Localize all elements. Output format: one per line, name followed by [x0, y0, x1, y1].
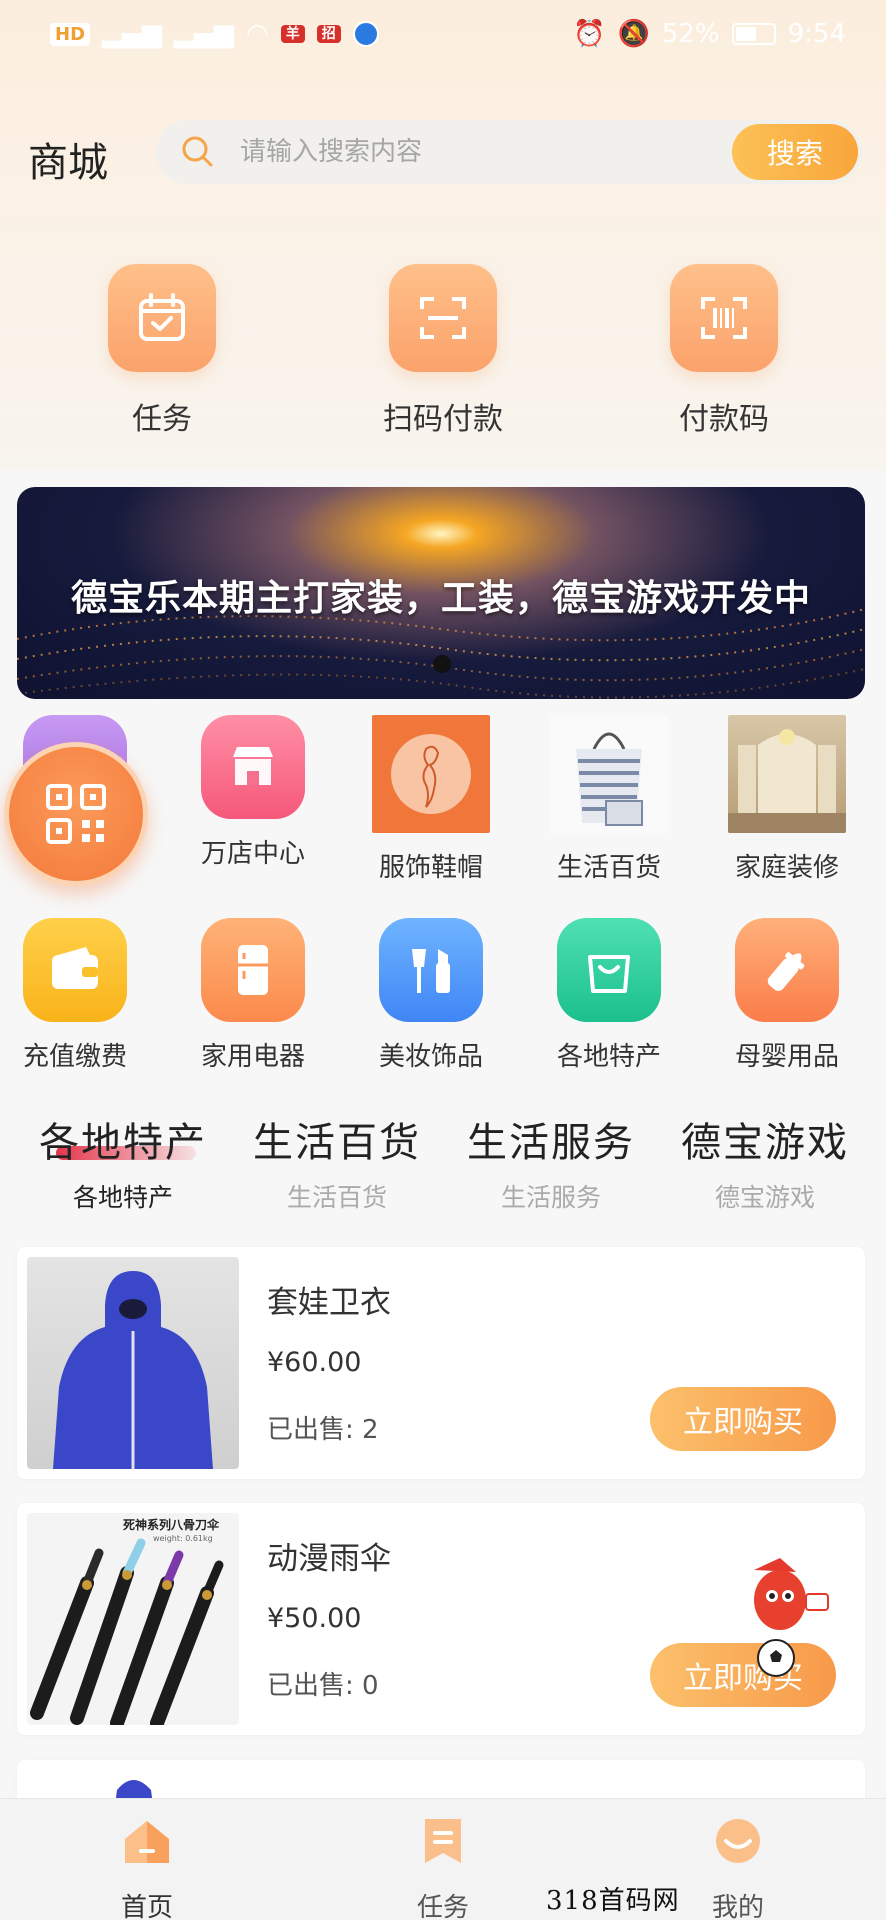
interior-photo	[728, 715, 846, 833]
header: 商城 搜索	[0, 112, 886, 196]
category-label: 家庭装修	[734, 853, 839, 883]
quick-action-label: 付款码	[679, 402, 769, 437]
qr-code-icon	[46, 784, 106, 844]
quick-action-pay-code[interactable]: 付款码	[624, 264, 824, 438]
wifi-icon: ◠	[246, 19, 269, 49]
status-left: HD ▂▄▆ ▂▄▆ ◠ 羊 招	[50, 19, 379, 49]
app-notification-icon: 羊	[280, 25, 305, 43]
watermark-text: 318首码网 www.e318.com	[546, 1886, 757, 1920]
page-title: 商城	[28, 140, 108, 186]
tab-subtitle: 德宝游戏	[714, 1183, 815, 1212]
battery-percent: 52%	[661, 19, 720, 49]
quick-action-label: 任务	[132, 402, 192, 437]
tab-title: 德宝游戏	[681, 1120, 849, 1166]
nav-home[interactable]: 首页	[47, 1813, 247, 1920]
tab-subtitle: 生活服务	[500, 1183, 601, 1212]
search-button[interactable]: 搜索	[732, 124, 858, 180]
category-item-recharge[interactable]: 充值缴费	[0, 918, 164, 1073]
fashion-photo	[372, 715, 490, 833]
tab-debao-games[interactable]: 德宝游戏 德宝游戏	[660, 1110, 870, 1214]
product-card[interactable]: 死神系列八骨刀伞 weight: 0.61kg 动漫雨伞 ¥50.00 已出售:…	[17, 1503, 865, 1735]
mute-icon: 🔕	[617, 19, 650, 49]
category-label: 母婴用品	[734, 1042, 839, 1072]
battery-icon	[731, 23, 776, 45]
nav-label: 首页	[120, 1893, 173, 1920]
category-label: 美妆饰品	[378, 1042, 483, 1072]
cosmetics-icon	[379, 918, 483, 1022]
banner-page-indicator[interactable]	[433, 655, 451, 673]
scan-icon	[389, 264, 497, 372]
category-item-cosmetics[interactable]: 美妆饰品	[342, 918, 520, 1073]
category-row-2: 充值缴费 家用电器 美妆饰品 各地特产 母婴用品	[0, 918, 886, 1072]
category-label: 服饰鞋帽	[378, 853, 483, 883]
tab-title: 生活服务	[467, 1120, 635, 1166]
nav-task[interactable]: 任务	[343, 1813, 543, 1920]
tab-subtitle: 生活百货	[286, 1183, 387, 1212]
floating-qr-button[interactable]	[4, 742, 148, 886]
category-item-fashion[interactable]: 服饰鞋帽	[342, 715, 520, 884]
tab-local-specialties[interactable]: 各地特产 各地特产	[18, 1110, 228, 1214]
category-label: 各地特产	[556, 1042, 661, 1072]
thumb-caption: 死神系列八骨刀伞	[123, 1517, 220, 1532]
barcode-icon	[670, 264, 778, 372]
signal-icon-2: ▂▄▆	[174, 19, 235, 49]
search-input[interactable]	[240, 132, 660, 172]
tab-title: 生活百货	[253, 1120, 421, 1166]
product-sold-count: 已出售: 2	[267, 1415, 379, 1445]
shopping-bag-icon	[557, 918, 661, 1022]
quick-action-scan-pay[interactable]: 扫码付款	[343, 264, 543, 438]
signal-icon: ▂▄▆	[102, 19, 163, 49]
hd-indicator: HD	[50, 22, 91, 46]
tab-subtitle: 各地特产	[72, 1183, 173, 1212]
wallet-icon	[23, 918, 127, 1022]
bag-photo	[550, 715, 668, 833]
category-item-baby[interactable]: 母婴用品	[698, 918, 876, 1073]
baby-bottle-icon	[735, 918, 839, 1022]
task-icon	[425, 1819, 461, 1863]
status-right: ⏰ 🔕 52% 9:54	[573, 19, 846, 49]
product-card[interactable]: 套娃卫衣 ¥60.00 已出售: 2 立即购买	[17, 1247, 865, 1479]
search-box[interactable]: 搜索	[156, 120, 862, 184]
category-label: 生活百货	[556, 853, 661, 883]
buy-now-button[interactable]: 立即购买	[650, 1387, 836, 1451]
tab-title: 各地特产	[39, 1120, 207, 1166]
product-image	[27, 1257, 239, 1469]
status-bar: HD ▂▄▆ ▂▄▆ ◠ 羊 招 ⏰ 🔕 52% 9:54	[0, 0, 886, 68]
quick-action-task[interactable]: 任务	[62, 264, 262, 438]
category-item-daily-goods[interactable]: 生活百货	[520, 715, 698, 884]
product-price: ¥50.00	[267, 1603, 362, 1634]
banner-text: 德宝乐本期主打家装，工装，德宝游戏开发中	[70, 578, 811, 619]
category-item-home-decor[interactable]: 家庭装修	[698, 715, 876, 884]
category-tabs: 各地特产 各地特产 生活百货 生活百货 生活服务 生活服务 德宝游戏 德宝游戏	[0, 1110, 886, 1220]
product-image: 死神系列八骨刀伞 weight: 0.61kg	[27, 1513, 239, 1725]
search-icon	[182, 136, 213, 167]
tab-daily-goods[interactable]: 生活百货 生活百货	[232, 1110, 442, 1214]
category-item-store-center[interactable]: 万店中心	[164, 715, 342, 870]
thumb-subcaption: weight: 0.61kg	[153, 1534, 213, 1543]
product-price: ¥60.00	[267, 1347, 362, 1378]
quick-actions: 任务 扫码付款 付款码	[0, 264, 886, 444]
app-circle-icon	[352, 21, 379, 47]
product-name: 动漫雨伞	[267, 1541, 391, 1577]
category-label: 家用电器	[200, 1042, 305, 1072]
category-item-local-specialties[interactable]: 各地特产	[520, 918, 698, 1073]
store-icon	[201, 715, 305, 819]
bank-notification-icon: 招	[316, 25, 341, 43]
home-icon	[125, 1821, 169, 1863]
product-sold-count: 已出售: 0	[267, 1671, 379, 1701]
calendar-check-icon	[108, 264, 216, 372]
nav-label: 任务	[416, 1893, 469, 1920]
tab-life-services[interactable]: 生活服务 生活服务	[446, 1110, 656, 1214]
mascot-football-icon[interactable]	[740, 1550, 830, 1680]
fridge-icon	[201, 918, 305, 1022]
promo-banner[interactable]: 德宝乐本期主打家装，工装，德宝游戏开发中	[17, 487, 865, 699]
clock: 9:54	[787, 19, 846, 49]
alarm-icon: ⏰	[573, 19, 606, 49]
quick-action-label: 扫码付款	[383, 402, 503, 437]
product-name: 套娃卫衣	[267, 1285, 391, 1321]
category-label: 万店中心	[200, 839, 305, 869]
category-label: 充值缴费	[22, 1042, 127, 1072]
category-item-appliances[interactable]: 家用电器	[164, 918, 342, 1073]
profile-icon	[716, 1819, 760, 1863]
